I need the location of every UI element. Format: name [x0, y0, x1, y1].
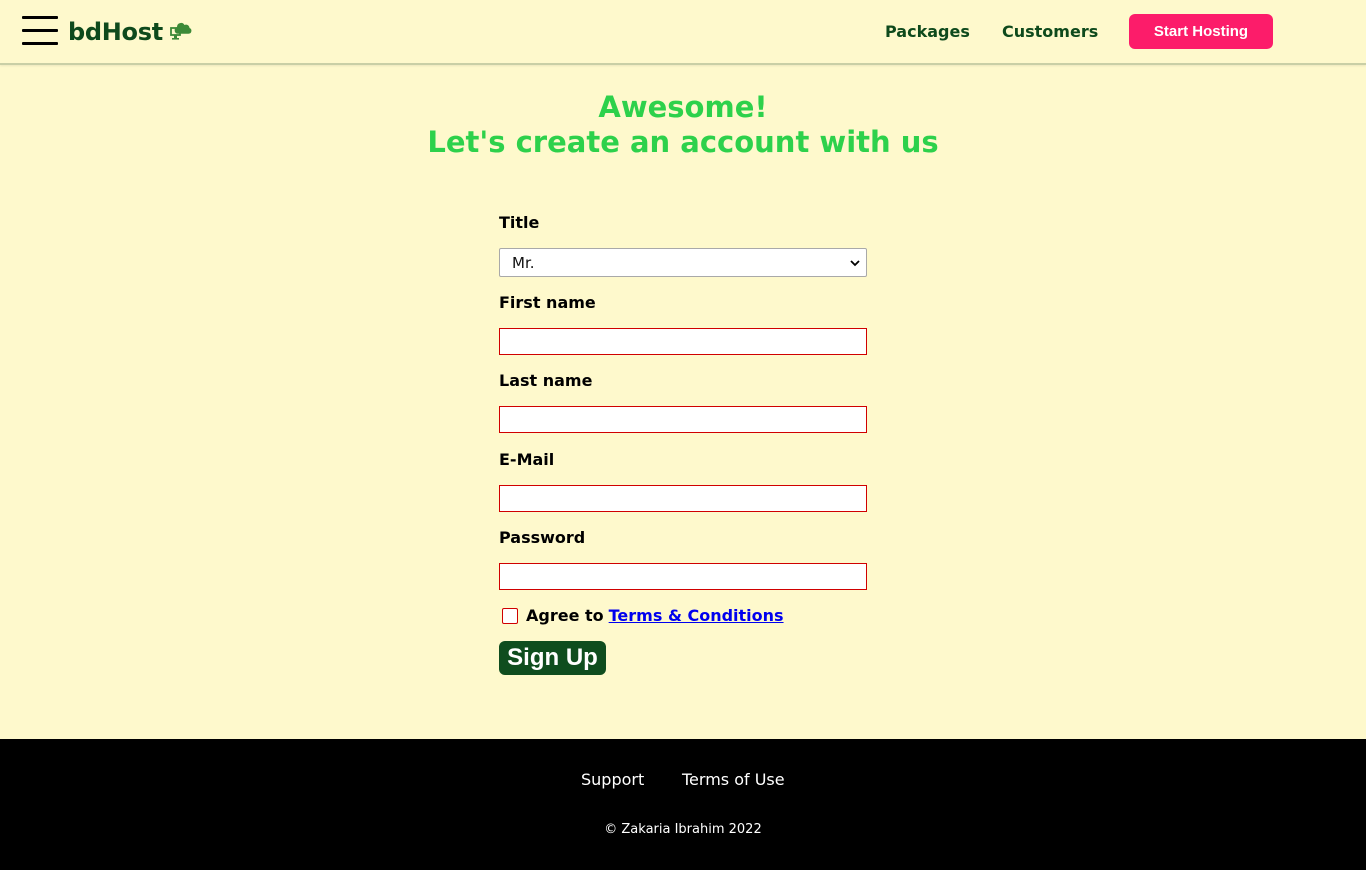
- nav-customers[interactable]: Customers: [1002, 0, 1098, 63]
- terms-conditions-link[interactable]: Terms & Conditions: [609, 606, 784, 625]
- password-input[interactable]: [499, 563, 867, 590]
- logo[interactable]: bdHost: [68, 18, 193, 46]
- start-hosting-button[interactable]: Start Hosting: [1129, 14, 1273, 49]
- hamburger-menu-icon[interactable]: [22, 16, 58, 46]
- agree-label: Agree to: [526, 606, 604, 625]
- sign-up-button[interactable]: Sign Up: [499, 641, 606, 675]
- first-name-input[interactable]: [499, 328, 867, 355]
- site-footer: Support Terms of Use © Zakaria Ibrahim 2…: [0, 739, 1366, 870]
- title-select-value: Mr.: [512, 253, 535, 272]
- password-label: Password: [499, 528, 586, 547]
- nav-link-packages[interactable]: Packages: [885, 22, 970, 41]
- page-heading: Awesome! Let's create an account with us: [0, 90, 1366, 160]
- agree-checkbox[interactable]: [502, 607, 518, 624]
- first-name-label: First name: [499, 293, 596, 312]
- last-name-label: Last name: [499, 371, 593, 390]
- last-name-input[interactable]: [499, 406, 867, 433]
- footer-link-support[interactable]: Support: [581, 770, 644, 789]
- email-input[interactable]: [499, 485, 867, 512]
- title-select[interactable]: Mr.: [499, 248, 867, 277]
- logo-text[interactable]: bdHost: [68, 18, 163, 46]
- agree-row: Agree to Terms & Conditions: [502, 606, 784, 625]
- nav-packages[interactable]: Packages: [885, 0, 970, 63]
- cloud-computer-icon: [170, 22, 192, 40]
- chevron-down-icon: [850, 260, 860, 267]
- heading-line-2: Let's create an account with us: [427, 125, 939, 159]
- title-label: Title: [499, 213, 540, 232]
- heading-line-1: Awesome!: [598, 90, 768, 124]
- footer-link-terms-of-use[interactable]: Terms of Use: [682, 770, 785, 789]
- site-header: bdHost Packages Customers Start Hosting: [0, 0, 1366, 65]
- nav-link-customers[interactable]: Customers: [1002, 22, 1098, 41]
- copyright: © Zakaria Ibrahim 2022: [604, 822, 762, 837]
- email-label: E-Mail: [499, 450, 555, 469]
